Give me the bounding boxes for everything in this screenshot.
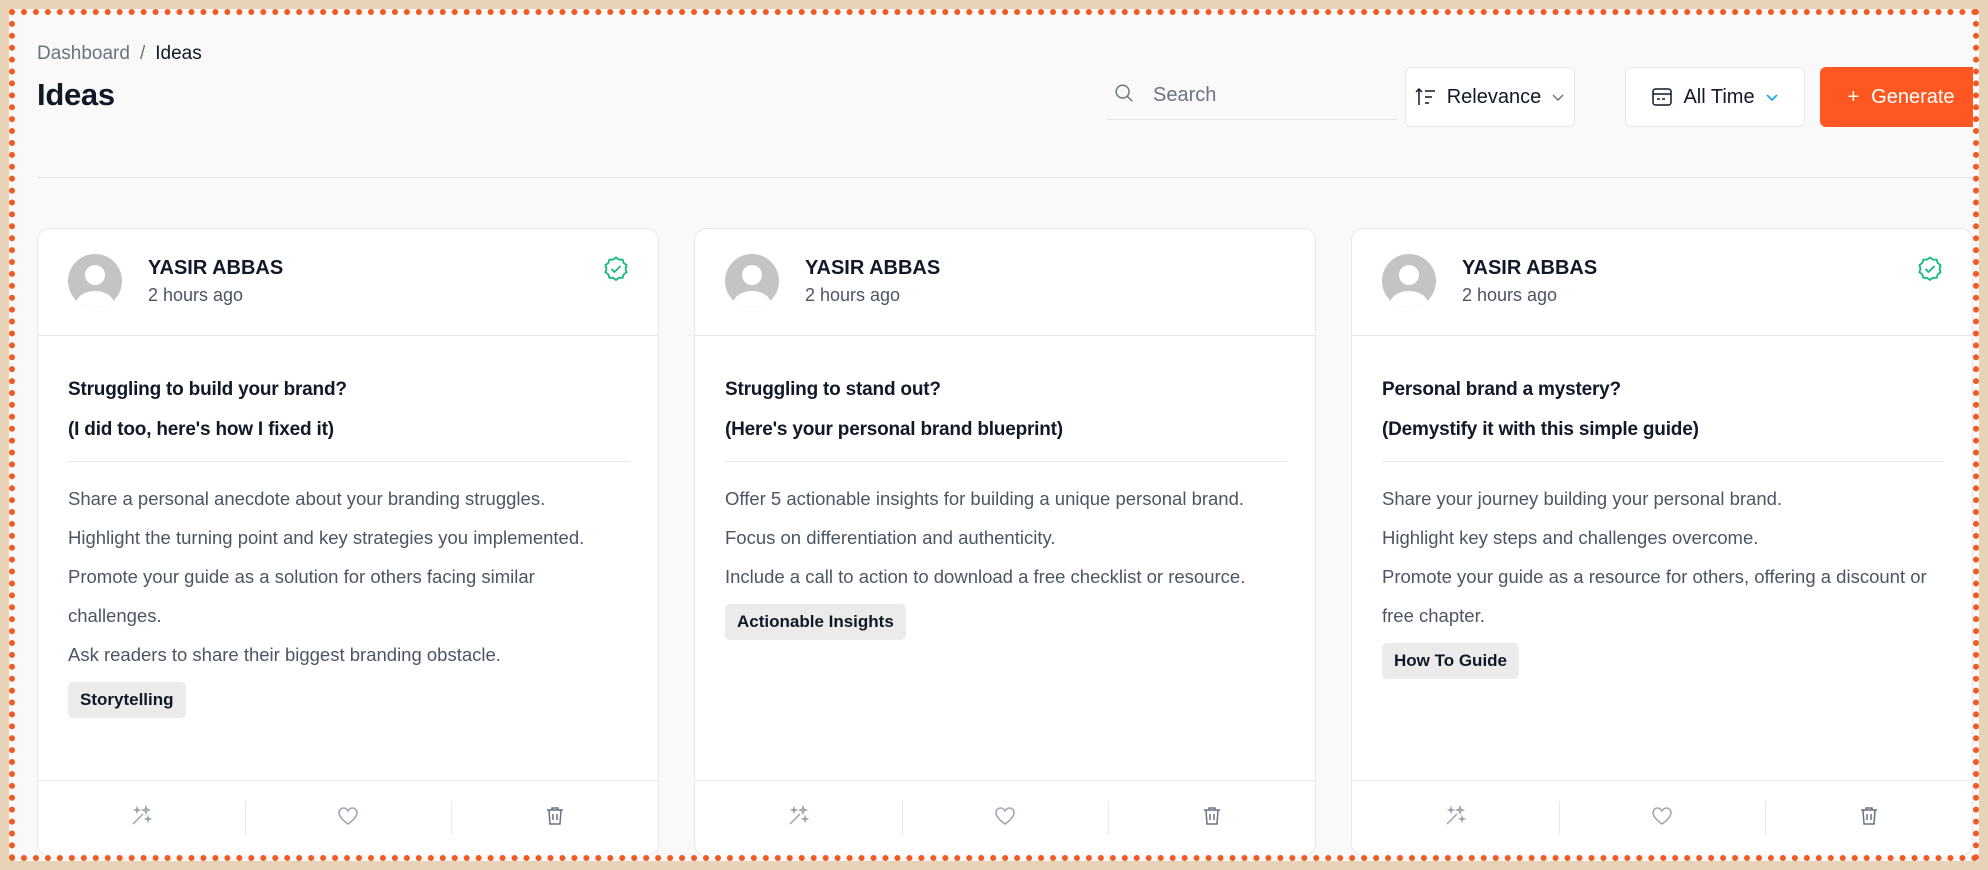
magic-wand-button[interactable] bbox=[38, 781, 245, 855]
heart-icon bbox=[1650, 804, 1674, 833]
time-filter-dropdown[interactable]: All Time bbox=[1625, 67, 1805, 127]
card-body: Offer 5 actionable insights for building… bbox=[725, 479, 1275, 640]
card-body-line: Promote your guide as a resource for oth… bbox=[1382, 566, 1927, 626]
card-timestamp: 2 hours ago bbox=[1462, 285, 1558, 305]
card-header: YASIR ABBAS 2 hours ago bbox=[38, 229, 658, 336]
like-button[interactable] bbox=[901, 781, 1109, 855]
card-body-line: Highlight the turning point and key stra… bbox=[68, 527, 585, 548]
page-title: Ideas bbox=[37, 77, 115, 112]
search-icon bbox=[1107, 82, 1135, 109]
verified-check-icon bbox=[602, 255, 630, 288]
card-body-line: Highlight key steps and challenges overc… bbox=[1382, 527, 1759, 548]
card-hook-line1: Struggling to stand out? bbox=[725, 379, 941, 400]
card-hook-line2: (Here's your personal brand blueprint) bbox=[725, 419, 1063, 440]
trash-icon bbox=[1857, 804, 1881, 833]
chevron-down-icon bbox=[1765, 92, 1779, 102]
card-author: YASIR ABBAS bbox=[1462, 257, 1598, 279]
card-hook-line1: Struggling to build your brand? bbox=[68, 379, 347, 400]
chevron-down-icon bbox=[1551, 92, 1565, 102]
card-author: YASIR ABBAS bbox=[148, 257, 284, 279]
card-divider bbox=[68, 461, 630, 462]
delete-button[interactable] bbox=[1108, 781, 1315, 855]
magic-wand-button[interactable] bbox=[695, 781, 902, 855]
magic-wand-icon bbox=[786, 804, 810, 833]
time-filter-label: All Time bbox=[1683, 85, 1755, 108]
user-avatar-icon bbox=[68, 254, 122, 308]
idea-card: YASIR ABBAS 2 hours ago Personal brand a… bbox=[1351, 228, 1973, 855]
card-timestamp: 2 hours ago bbox=[805, 285, 901, 305]
card-tag: Actionable Insights bbox=[725, 604, 906, 640]
plus-icon: + bbox=[1847, 85, 1860, 108]
user-avatar-icon bbox=[1382, 254, 1436, 308]
search-box[interactable] bbox=[1107, 71, 1397, 120]
card-body-line: Offer 5 actionable insights for building… bbox=[725, 488, 1245, 509]
generate-label: Generate bbox=[1871, 85, 1955, 108]
trash-icon bbox=[1200, 804, 1224, 833]
breadcrumb: Dashboard / Ideas bbox=[37, 43, 202, 65]
card-hook-line2: (I did too, here's how I fixed it) bbox=[68, 419, 334, 440]
magic-wand-icon bbox=[129, 804, 153, 833]
card-body-line: Ask readers to share their biggest brand… bbox=[68, 644, 501, 665]
sort-relevance-dropdown[interactable]: Relevance bbox=[1405, 67, 1575, 127]
card-body-line: Share your journey building your persona… bbox=[1382, 488, 1783, 509]
card-actions bbox=[1352, 780, 1972, 855]
card-body: Share your journey building your persona… bbox=[1382, 479, 1932, 679]
card-hook-line1: Personal brand a mystery? bbox=[1382, 379, 1621, 400]
card-header: YASIR ABBAS 2 hours ago bbox=[1352, 229, 1972, 336]
breadcrumb-dashboard-link[interactable]: Dashboard bbox=[37, 43, 130, 64]
like-button[interactable] bbox=[1558, 781, 1766, 855]
idea-card: YASIR ABBAS 2 hours ago Struggling to bu… bbox=[37, 228, 659, 855]
heart-icon bbox=[336, 804, 360, 833]
calendar-icon bbox=[1651, 86, 1673, 108]
sort-icon bbox=[1415, 87, 1437, 107]
card-author: YASIR ABBAS bbox=[805, 257, 941, 279]
breadcrumb-current: Ideas bbox=[155, 43, 202, 64]
header-divider bbox=[37, 177, 1973, 178]
like-button[interactable] bbox=[244, 781, 452, 855]
card-divider bbox=[1382, 461, 1944, 462]
sort-label: Relevance bbox=[1446, 85, 1542, 108]
card-tag: Storytelling bbox=[68, 682, 186, 718]
card-body-line: Share a personal anecdote about your bra… bbox=[68, 488, 546, 509]
card-divider bbox=[725, 461, 1287, 462]
card-actions bbox=[695, 780, 1315, 855]
delete-button[interactable] bbox=[1765, 781, 1972, 855]
card-header: YASIR ABBAS 2 hours ago bbox=[695, 229, 1315, 336]
card-body: Share a personal anecdote about your bra… bbox=[68, 479, 618, 718]
card-tag: How To Guide bbox=[1382, 643, 1520, 679]
delete-button[interactable] bbox=[451, 781, 658, 855]
search-input[interactable] bbox=[1151, 82, 1375, 108]
magic-wand-icon bbox=[1443, 804, 1467, 833]
app-frame: Dashboard / Ideas Ideas Relevance All Time… bbox=[9, 9, 1979, 861]
card-body-line: Include a call to action to download a f… bbox=[725, 566, 1246, 587]
user-avatar-icon bbox=[725, 254, 779, 308]
trash-icon bbox=[543, 804, 567, 833]
idea-card: YASIR ABBAS 2 hours ago Struggling to st… bbox=[694, 228, 1316, 855]
card-body-line: Focus on differentiation and authenticit… bbox=[725, 527, 1056, 548]
card-hook-line2: (Demystify it with this simple guide) bbox=[1382, 419, 1699, 440]
card-actions bbox=[38, 780, 658, 855]
generate-button[interactable]: + Generate bbox=[1820, 67, 1973, 127]
magic-wand-button[interactable] bbox=[1352, 781, 1559, 855]
card-timestamp: 2 hours ago bbox=[148, 285, 244, 305]
heart-icon bbox=[993, 804, 1017, 833]
breadcrumb-separator: / bbox=[139, 43, 146, 64]
verified-check-icon bbox=[1916, 255, 1944, 288]
card-body-line: Promote your guide as a solution for oth… bbox=[68, 566, 535, 626]
